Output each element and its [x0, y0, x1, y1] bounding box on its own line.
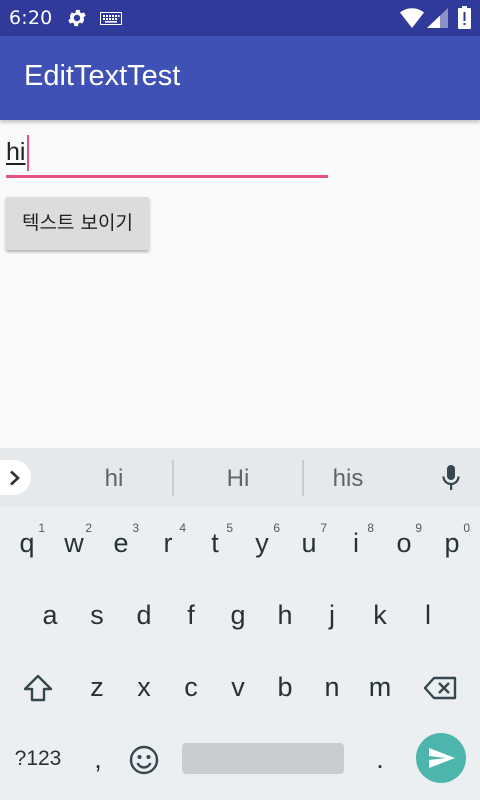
key-c[interactable]: c — [167, 658, 215, 718]
key-label: p — [444, 528, 460, 558]
app-bar: EditTextTest — [0, 36, 480, 120]
key-l[interactable]: l — [404, 586, 452, 646]
wifi-icon — [400, 8, 424, 28]
battery-icon — [458, 6, 471, 29]
key-b[interactable]: b — [261, 658, 309, 718]
key-m[interactable]: m — [356, 658, 404, 718]
send-key[interactable] — [416, 733, 466, 783]
key-label: w — [64, 528, 84, 558]
key-hint: 0 — [463, 521, 470, 535]
shift-icon — [23, 674, 53, 702]
key-v[interactable]: v — [214, 658, 262, 718]
edit-text-value: hi — [6, 138, 26, 166]
backspace-key[interactable] — [414, 658, 462, 718]
key-w[interactable]: w2 — [50, 514, 98, 574]
key-label: e — [113, 528, 129, 558]
key-a[interactable]: a — [26, 586, 74, 646]
symbols-key[interactable]: ?123 — [8, 730, 68, 790]
status-time: 6:20 — [9, 7, 53, 29]
key-hint: 9 — [415, 521, 422, 535]
key-z[interactable]: z — [73, 658, 121, 718]
key-o[interactable]: o9 — [380, 514, 428, 574]
status-bar: 6:20 — [0, 0, 480, 36]
space-key[interactable] — [182, 743, 344, 774]
key-t[interactable]: t5 — [191, 514, 239, 574]
gear-icon — [68, 9, 86, 27]
key-k[interactable]: k — [356, 586, 404, 646]
keyboard-icon — [100, 12, 122, 25]
key-p[interactable]: p0 — [428, 514, 476, 574]
key-i[interactable]: i8 — [332, 514, 380, 574]
key-g[interactable]: g — [214, 586, 262, 646]
key-hint: 2 — [85, 521, 92, 535]
backspace-icon — [424, 676, 457, 700]
key-f[interactable]: f — [167, 586, 215, 646]
key-e[interactable]: e3 — [97, 514, 145, 574]
key-label: q — [19, 528, 35, 558]
key-label: r — [163, 528, 173, 558]
key-label: t — [211, 528, 219, 558]
suggestion-1[interactable]: hi — [49, 465, 179, 493]
key-label: i — [353, 528, 359, 558]
emoji-icon — [129, 745, 159, 775]
key-hint: 8 — [367, 521, 374, 535]
key-s[interactable]: s — [73, 586, 121, 646]
key-y[interactable]: y6 — [238, 514, 286, 574]
key-u[interactable]: u7 — [285, 514, 333, 574]
key-j[interactable]: j — [308, 586, 356, 646]
show-text-button[interactable]: 텍스트 보이기 — [6, 197, 149, 250]
key-label: y — [255, 528, 269, 558]
key-d[interactable]: d — [120, 586, 168, 646]
chevron-right-icon[interactable] — [0, 460, 31, 495]
key-label: o — [396, 528, 412, 558]
signal-icon — [427, 8, 448, 28]
key-n[interactable]: n — [308, 658, 356, 718]
key-hint: 7 — [320, 521, 327, 535]
text-cursor — [27, 135, 29, 171]
key-hint: 4 — [179, 521, 186, 535]
period-key[interactable]: . — [356, 730, 404, 790]
suggestion-strip: hi Hi his — [0, 448, 480, 507]
shift-key[interactable] — [14, 658, 62, 718]
app-title: EditTextTest — [24, 60, 181, 92]
microphone-icon[interactable] — [440, 464, 462, 492]
key-h[interactable]: h — [261, 586, 309, 646]
comma-key[interactable]: , — [74, 730, 122, 790]
key-label: u — [301, 528, 317, 558]
key-hint: 6 — [273, 521, 280, 535]
key-hint: 1 — [38, 521, 45, 535]
send-icon — [429, 748, 455, 768]
suggestion-3[interactable]: his — [283, 465, 413, 493]
edit-text-field[interactable]: hi — [6, 132, 328, 178]
key-hint: 5 — [226, 521, 233, 535]
emoji-key[interactable] — [120, 730, 168, 790]
soft-keyboard: hi Hi his q1 w2 e3 r4 t5 y6 u7 i8 o9 p0 … — [0, 448, 480, 800]
key-x[interactable]: x — [120, 658, 168, 718]
key-q[interactable]: q1 — [3, 514, 51, 574]
key-hint: 3 — [132, 521, 139, 535]
key-r[interactable]: r4 — [144, 514, 192, 574]
